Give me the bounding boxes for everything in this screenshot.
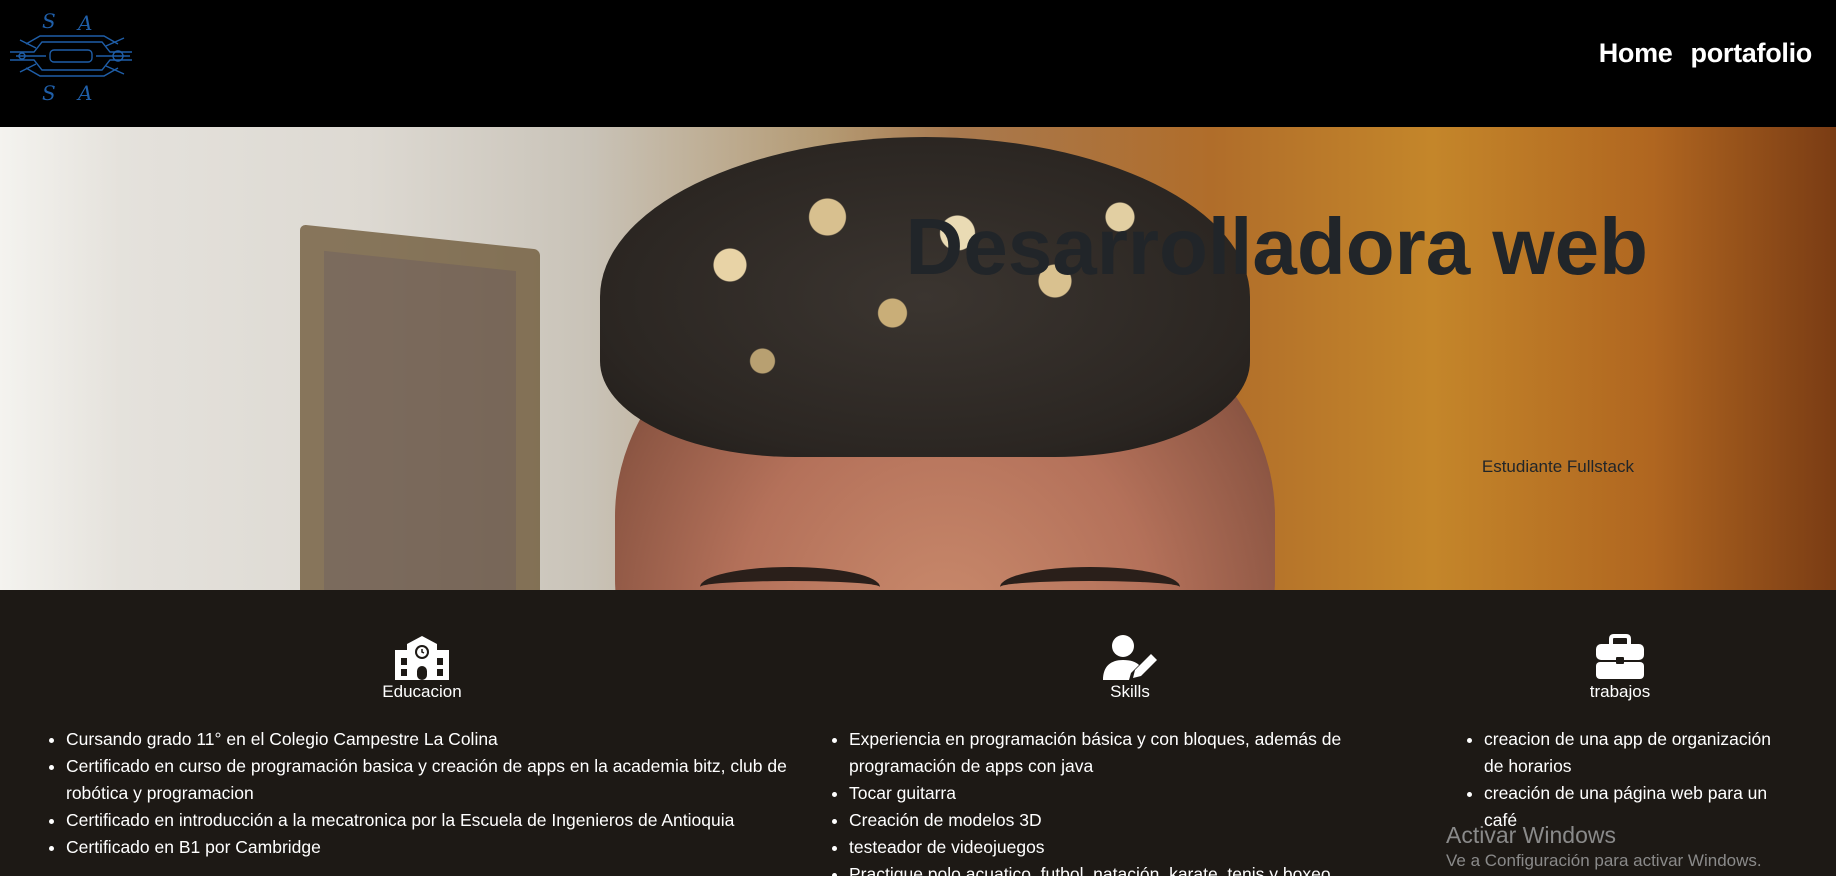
- watermark-subtitle: Ve a Configuración para activar Windows.: [1446, 851, 1762, 870]
- list-item: Creación de modelos 3D: [849, 807, 1369, 834]
- hero-subtitle: Estudiante Fullstack: [1481, 457, 1634, 476]
- feature-label: Skills: [1110, 682, 1150, 701]
- nav-link-home[interactable]: Home: [1599, 38, 1673, 69]
- list-item: Certificado en curso de programación bas…: [66, 753, 816, 807]
- nav-links: Home portafolio: [1599, 38, 1813, 69]
- trabajos-list: creacion de una app de organización de h…: [1464, 726, 1794, 834]
- windows-activation-watermark: Activar Windows Ve a Configuración para …: [1446, 822, 1762, 871]
- scrollbar[interactable]: [1836, 0, 1842, 876]
- feature-label: Educacion: [382, 682, 462, 701]
- logo-letter: A: [76, 81, 92, 104]
- list-item: testeador de videojuegos: [849, 834, 1369, 861]
- hero-title: Desarrolladora web: [905, 202, 1649, 291]
- feature-skills: Skills: [1080, 634, 1180, 702]
- list-item: Tocar guitarra: [849, 780, 1369, 807]
- logo-letter: A: [76, 11, 92, 35]
- hero-banner: Desarrolladora web Estudiante Fullstack: [0, 127, 1836, 590]
- feature-educacion: Educacion: [372, 634, 472, 702]
- list-item: Practique polo acuatico, futbol, natació…: [849, 861, 1369, 876]
- nav-link-portafolio[interactable]: portafolio: [1691, 38, 1813, 69]
- watermark-title: Activar Windows: [1446, 822, 1616, 848]
- feature-label: trabajos: [1589, 682, 1651, 701]
- school-icon: [393, 634, 451, 680]
- logo-letter: S: [42, 9, 56, 33]
- list-item: Certificado en B1 por Cambridge: [66, 834, 816, 861]
- hero-background-picture-frame: [300, 224, 540, 590]
- list-item: creacion de una app de organización de h…: [1484, 726, 1794, 780]
- logo-letter: S: [42, 81, 56, 104]
- logo[interactable]: S A S A: [6, 8, 136, 104]
- navbar: S A S A Home portafolio: [0, 0, 1836, 127]
- skills-list: Experiencia en programación básica y con…: [829, 726, 1369, 876]
- education-list: Cursando grado 11° en el Colegio Campest…: [46, 726, 816, 861]
- list-item: Experiencia en programación básica y con…: [849, 726, 1369, 780]
- list-item: Certificado en introducción a la mecatro…: [66, 807, 816, 834]
- hero-background-wall: [0, 127, 120, 590]
- list-item: Cursando grado 11° en el Colegio Campest…: [66, 726, 816, 753]
- user-pen-icon: [1101, 634, 1159, 680]
- page: S A S A Home portafolio Desarrolladora w…: [0, 0, 1842, 876]
- briefcase-icon: [1595, 634, 1645, 680]
- feature-trabajos: trabajos: [1570, 634, 1670, 702]
